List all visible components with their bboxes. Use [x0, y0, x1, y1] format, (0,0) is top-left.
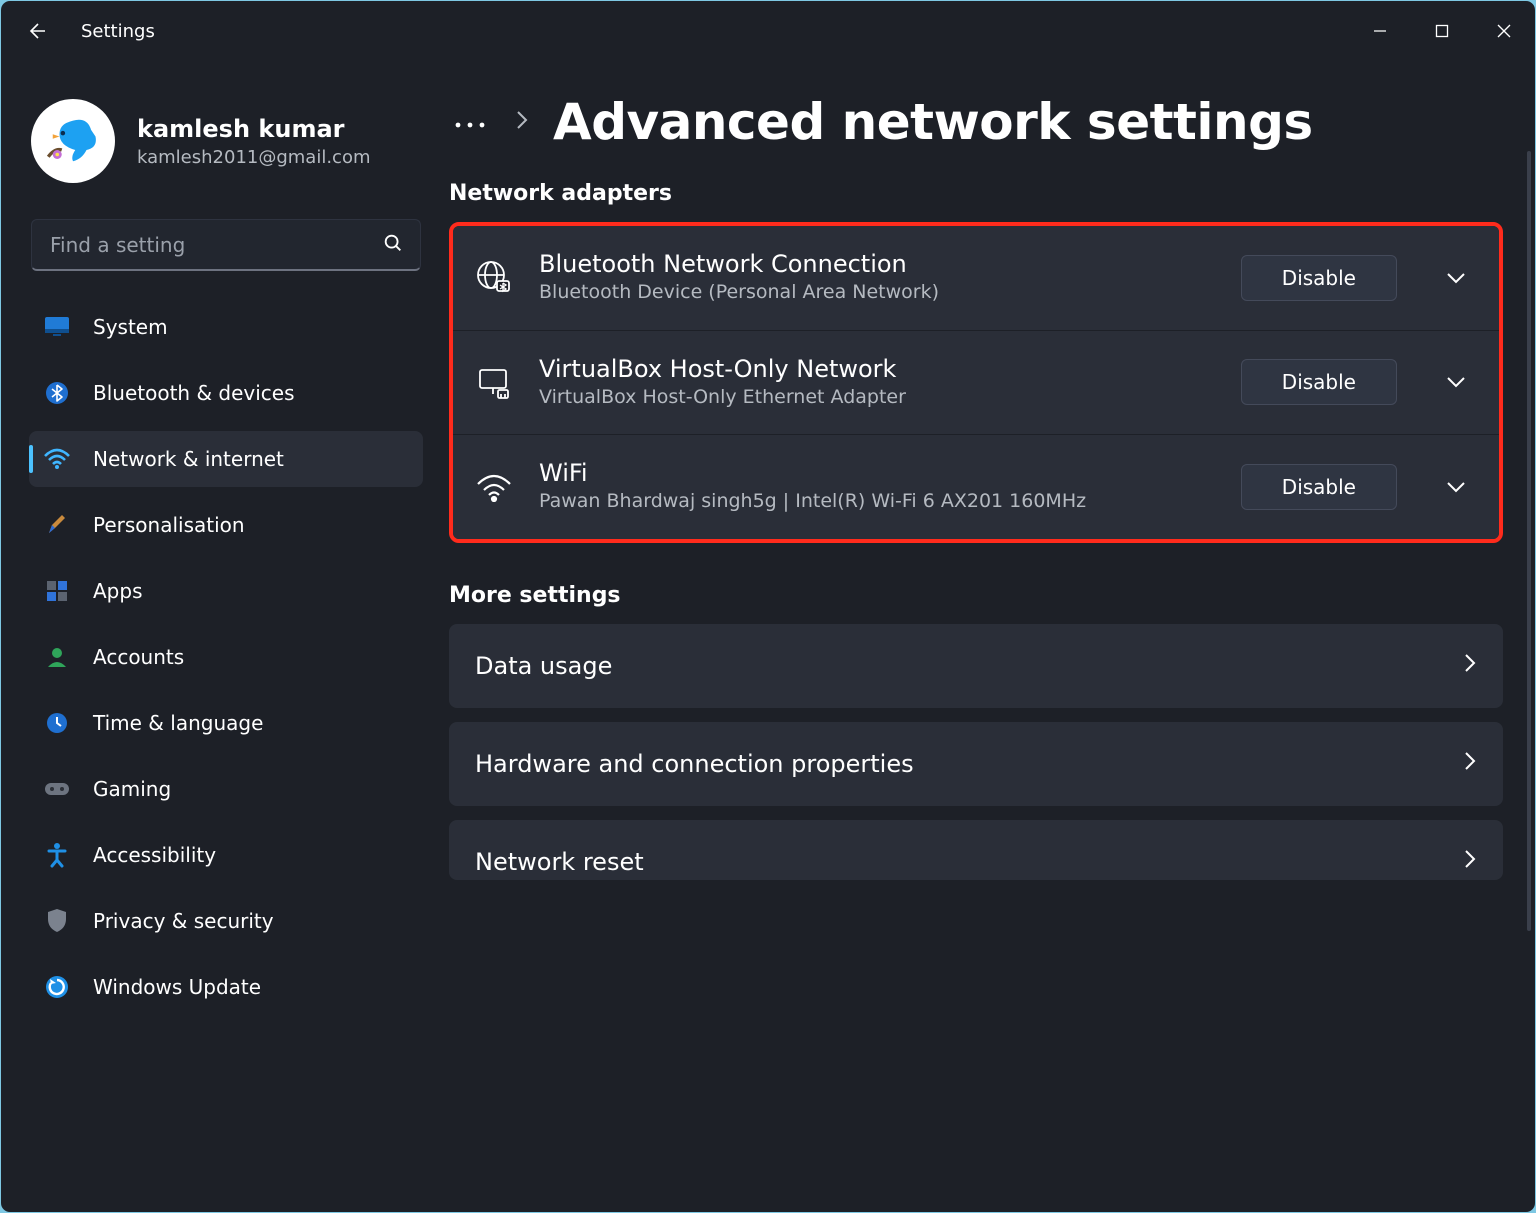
disable-button[interactable]: Disable — [1241, 464, 1397, 510]
user-name: kamlesh kumar — [137, 115, 371, 143]
person-icon — [43, 643, 71, 671]
more-item-data-usage[interactable]: Data usage — [449, 624, 1503, 708]
user-email: kamlesh2011@gmail.com — [137, 147, 371, 168]
adapter-title: VirtualBox Host-Only Network — [539, 355, 1217, 383]
avatar — [31, 99, 115, 183]
sidebar-item-label: Accounts — [93, 645, 184, 669]
chevron-down-icon[interactable] — [1441, 271, 1471, 285]
adapter-title: WiFi — [539, 459, 1217, 487]
bluetooth-icon — [43, 379, 71, 407]
maximize-button[interactable] — [1411, 7, 1473, 55]
search-input[interactable] — [48, 232, 382, 258]
more-item-label: Data usage — [475, 652, 612, 680]
profile-block[interactable]: kamlesh kumar kamlesh2011@gmail.com — [23, 85, 429, 209]
more-item-label: Network reset — [475, 848, 644, 876]
sidebar-item-personalisation[interactable]: Personalisation — [29, 497, 423, 553]
more-item-network-reset[interactable]: Network reset — [449, 820, 1503, 880]
sidebar-item-label: Apps — [93, 579, 143, 603]
settings-window: Settings — [0, 0, 1536, 1213]
section-more-heading: More settings — [449, 583, 1525, 608]
sidebar-item-label: Personalisation — [93, 513, 245, 537]
sidebar-item-label: Bluetooth & devices — [93, 381, 295, 405]
wifi-icon — [43, 445, 71, 473]
chevron-down-icon[interactable] — [1441, 375, 1471, 389]
section-adapters-heading: Network adapters — [449, 181, 1525, 206]
paintbrush-icon — [43, 511, 71, 539]
scrollbar[interactable] — [1527, 151, 1531, 931]
adapter-row-wifi[interactable]: WiFi Pawan Bhardwaj singh5g | Intel(R) W… — [453, 434, 1499, 539]
sidebar-item-label: Privacy & security — [93, 909, 274, 933]
sidebar-item-label: Gaming — [93, 777, 171, 801]
more-item-label: Hardware and connection properties — [475, 750, 914, 778]
accessibility-icon — [43, 841, 71, 869]
adapter-subtitle: VirtualBox Host-Only Ethernet Adapter — [539, 385, 1217, 411]
chevron-right-icon — [515, 109, 529, 135]
shield-icon — [43, 907, 71, 935]
display-icon — [43, 313, 71, 341]
chevron-right-icon — [1463, 652, 1477, 680]
disable-button[interactable]: Disable — [1241, 255, 1397, 301]
adapter-title: Bluetooth Network Connection — [539, 250, 1217, 278]
disable-button[interactable]: Disable — [1241, 359, 1397, 405]
ethernet-icon — [473, 361, 515, 403]
sidebar-item-time-language[interactable]: Time & language — [29, 695, 423, 751]
sidebar-item-label: System — [93, 315, 168, 339]
adapter-list-highlighted: Bluetooth Network Connection Bluetooth D… — [449, 222, 1503, 543]
page-title: Advanced network settings — [553, 93, 1313, 151]
sidebar-item-label: Accessibility — [93, 843, 216, 867]
bluetooth-network-icon — [473, 257, 515, 299]
wifi-icon — [473, 466, 515, 508]
update-icon — [43, 973, 71, 1001]
titlebar: Settings — [1, 1, 1535, 61]
breadcrumb: Advanced network settings — [441, 87, 1525, 171]
sidebar-item-system[interactable]: System — [29, 299, 423, 355]
more-settings-list: Data usage Hardware and connection prope… — [449, 624, 1503, 880]
window-title: Settings — [81, 21, 155, 42]
sidebar-item-privacy[interactable]: Privacy & security — [29, 893, 423, 949]
sidebar-item-label: Time & language — [93, 711, 263, 735]
sidebar-item-gaming[interactable]: Gaming — [29, 761, 423, 817]
sidebar-item-windows-update[interactable]: Windows Update — [29, 959, 423, 1015]
adapter-row-virtualbox[interactable]: VirtualBox Host-Only Network VirtualBox … — [453, 330, 1499, 435]
minimize-button[interactable] — [1349, 7, 1411, 55]
back-button[interactable] — [19, 14, 53, 48]
more-item-hardware-properties[interactable]: Hardware and connection properties — [449, 722, 1503, 806]
sidebar-item-bluetooth[interactable]: Bluetooth & devices — [29, 365, 423, 421]
search-box[interactable] — [31, 219, 421, 271]
sidebar-item-label: Network & internet — [93, 447, 284, 471]
nav-list: System Bluetooth & devices Network & int… — [23, 295, 429, 1019]
sidebar: kamlesh kumar kamlesh2011@gmail.com Syst… — [1, 61, 441, 1212]
chevron-down-icon[interactable] — [1441, 480, 1471, 494]
adapter-row-bluetooth[interactable]: Bluetooth Network Connection Bluetooth D… — [453, 226, 1499, 330]
sidebar-item-apps[interactable]: Apps — [29, 563, 423, 619]
close-button[interactable] — [1473, 7, 1535, 55]
sidebar-item-accessibility[interactable]: Accessibility — [29, 827, 423, 883]
clock-globe-icon — [43, 709, 71, 737]
adapter-subtitle: Bluetooth Device (Personal Area Network) — [539, 280, 1217, 306]
sidebar-item-label: Windows Update — [93, 975, 261, 999]
search-icon — [382, 232, 404, 258]
breadcrumb-overflow-button[interactable] — [449, 108, 491, 136]
chevron-right-icon — [1463, 848, 1477, 876]
chevron-right-icon — [1463, 750, 1477, 778]
main-content: Advanced network settings Network adapte… — [441, 61, 1535, 1212]
sidebar-item-accounts[interactable]: Accounts — [29, 629, 423, 685]
gamepad-icon — [43, 775, 71, 803]
sidebar-item-network[interactable]: Network & internet — [29, 431, 423, 487]
apps-icon — [43, 577, 71, 605]
adapter-subtitle: Pawan Bhardwaj singh5g | Intel(R) Wi-Fi … — [539, 489, 1217, 515]
